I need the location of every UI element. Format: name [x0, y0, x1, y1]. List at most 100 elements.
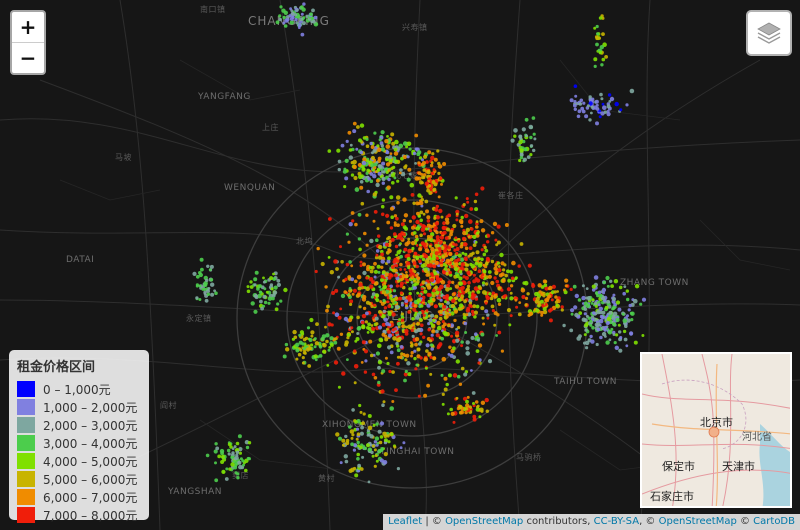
- rental-point[interactable]: [382, 170, 386, 174]
- rental-point[interactable]: [326, 364, 330, 367]
- rental-point[interactable]: [369, 265, 373, 270]
- rental-point[interactable]: [380, 259, 385, 264]
- rental-point[interactable]: [419, 218, 424, 223]
- rental-point[interactable]: [417, 171, 422, 176]
- rental-point[interactable]: [426, 223, 431, 228]
- rental-point[interactable]: [417, 342, 422, 346]
- rental-point[interactable]: [484, 397, 489, 403]
- rental-point[interactable]: [389, 195, 394, 200]
- rental-point[interactable]: [609, 279, 613, 283]
- rental-point[interactable]: [269, 276, 274, 281]
- rental-point[interactable]: [373, 303, 377, 307]
- rental-point[interactable]: [521, 127, 526, 132]
- rental-point[interactable]: [502, 294, 507, 299]
- rental-point[interactable]: [394, 139, 399, 145]
- rental-point[interactable]: [452, 420, 456, 424]
- rental-point[interactable]: [486, 234, 491, 238]
- rental-point[interactable]: [429, 229, 433, 233]
- rental-point[interactable]: [525, 134, 528, 138]
- rental-point[interactable]: [434, 243, 439, 248]
- rental-point[interactable]: [513, 134, 517, 138]
- rental-point[interactable]: [601, 102, 605, 106]
- rental-point[interactable]: [285, 347, 290, 352]
- rental-point[interactable]: [398, 243, 401, 247]
- rental-point[interactable]: [396, 361, 400, 366]
- rental-point[interactable]: [634, 284, 640, 289]
- rental-point[interactable]: [357, 463, 361, 468]
- rental-point[interactable]: [392, 172, 396, 175]
- rental-point[interactable]: [633, 298, 638, 304]
- rental-point[interactable]: [396, 201, 400, 205]
- rental-point[interactable]: [598, 115, 602, 119]
- rental-point[interactable]: [363, 370, 368, 374]
- rental-point[interactable]: [466, 284, 471, 289]
- rental-point[interactable]: [405, 271, 408, 274]
- rental-point[interactable]: [373, 210, 378, 214]
- rental-point[interactable]: [263, 300, 268, 305]
- rental-point[interactable]: [493, 266, 498, 271]
- rental-point[interactable]: [465, 403, 470, 408]
- rental-point[interactable]: [424, 199, 429, 204]
- rental-point[interactable]: [633, 340, 638, 345]
- rental-point[interactable]: [359, 410, 363, 414]
- rental-point[interactable]: [379, 458, 384, 463]
- rental-point[interactable]: [378, 285, 382, 289]
- rental-point[interactable]: [453, 309, 458, 314]
- rental-point[interactable]: [311, 8, 315, 13]
- rental-point[interactable]: [419, 254, 423, 259]
- rental-point[interactable]: [352, 164, 357, 170]
- rental-point[interactable]: [399, 284, 404, 288]
- rental-point[interactable]: [245, 445, 250, 450]
- rental-point[interactable]: [389, 296, 393, 300]
- rental-point[interactable]: [313, 337, 317, 341]
- rental-point[interactable]: [622, 318, 628, 323]
- rental-point[interactable]: [454, 196, 458, 200]
- rental-point[interactable]: [480, 400, 486, 405]
- minimap[interactable]: 北京市 河北省 保定市 天津市 石家庄市: [640, 352, 792, 508]
- rental-point[interactable]: [484, 301, 488, 305]
- rental-point[interactable]: [392, 232, 397, 237]
- rental-point[interactable]: [603, 110, 607, 114]
- rental-point[interactable]: [498, 273, 503, 278]
- rental-point[interactable]: [514, 277, 518, 280]
- rental-point[interactable]: [325, 308, 329, 313]
- rental-point[interactable]: [238, 464, 243, 470]
- rental-point[interactable]: [238, 451, 242, 455]
- rental-point[interactable]: [474, 240, 478, 244]
- rental-point[interactable]: [420, 227, 426, 232]
- rental-point[interactable]: [584, 323, 589, 328]
- rental-point[interactable]: [289, 7, 292, 11]
- rental-point[interactable]: [390, 237, 395, 242]
- rental-point[interactable]: [316, 246, 320, 251]
- rental-point[interactable]: [454, 267, 459, 272]
- rental-point[interactable]: [474, 207, 479, 212]
- rental-point[interactable]: [384, 139, 389, 144]
- zoom-in-button[interactable]: +: [12, 12, 44, 42]
- rental-point[interactable]: [422, 161, 426, 165]
- rental-point[interactable]: [365, 276, 369, 280]
- rental-point[interactable]: [407, 248, 412, 254]
- rental-point[interactable]: [408, 172, 412, 176]
- rental-point[interactable]: [438, 208, 443, 214]
- rental-point[interactable]: [485, 409, 489, 413]
- rental-point[interactable]: [376, 168, 380, 172]
- rental-point[interactable]: [511, 260, 516, 266]
- rental-point[interactable]: [590, 111, 593, 115]
- rental-point[interactable]: [451, 280, 455, 284]
- rental-point[interactable]: [440, 182, 443, 186]
- rental-point[interactable]: [482, 269, 487, 274]
- rental-point[interactable]: [253, 293, 258, 299]
- rental-point[interactable]: [426, 219, 431, 223]
- rental-point[interactable]: [347, 240, 351, 244]
- rental-point[interactable]: [418, 294, 422, 298]
- rental-point[interactable]: [374, 162, 378, 167]
- rental-point[interactable]: [333, 340, 338, 345]
- rental-point[interactable]: [429, 321, 433, 325]
- rental-point[interactable]: [215, 446, 220, 451]
- rental-point[interactable]: [231, 451, 235, 455]
- rental-point[interactable]: [472, 402, 475, 405]
- rental-point[interactable]: [350, 436, 354, 440]
- rental-point[interactable]: [598, 293, 603, 298]
- rental-point[interactable]: [497, 302, 502, 306]
- rental-point[interactable]: [441, 356, 447, 362]
